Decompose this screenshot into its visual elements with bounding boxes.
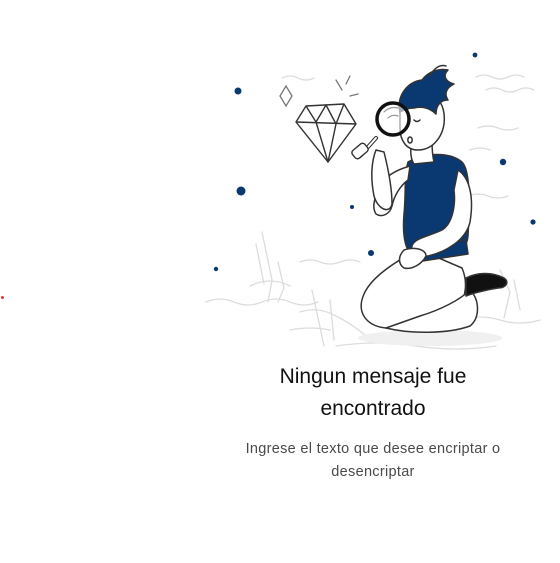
- empty-state-subtitle: Ingrese el texto que desee encriptar o d…: [245, 441, 501, 480]
- empty-state-illustration: [205, 52, 541, 350]
- red-dot-marker: [1, 296, 4, 299]
- diamond-icon: [295, 103, 357, 163]
- sparkle-lines: [279, 75, 359, 108]
- empty-state-title: Ningun mensaje fue encontrado: [279, 365, 467, 420]
